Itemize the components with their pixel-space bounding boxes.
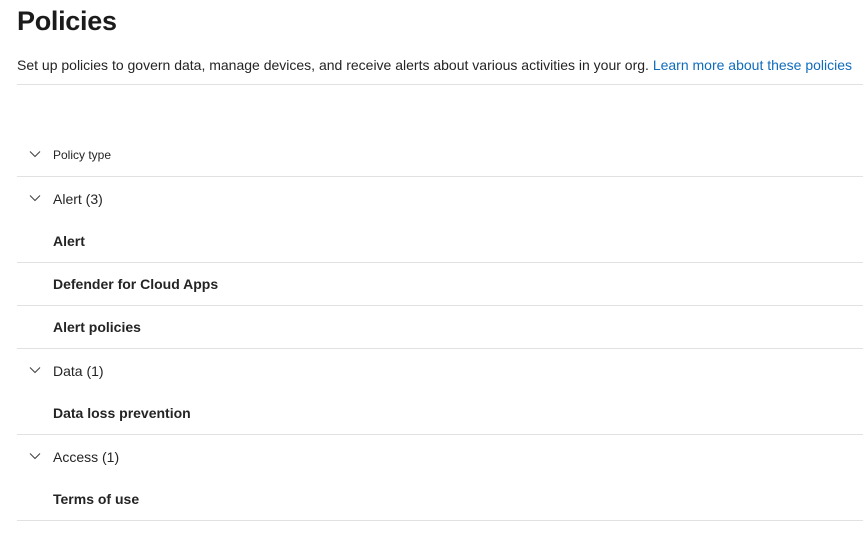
group-header-access[interactable]: Access (1) (17, 435, 863, 478)
list-item-defender-for-cloud-apps[interactable]: Defender for Cloud Apps (17, 263, 863, 306)
group-label: Data (1) (53, 362, 104, 379)
list-item-alert[interactable]: Alert (17, 220, 863, 263)
page-title: Policies (17, 6, 117, 36)
policy-name: Alert (53, 233, 85, 249)
list-item-alert-policies[interactable]: Alert policies (17, 306, 863, 349)
column-header-label: Policy type (53, 147, 112, 162)
policy-list: Policy type Alert (3) Alert Defender for… (17, 133, 863, 521)
chevron-down-icon[interactable] (29, 148, 41, 160)
chevron-down-icon[interactable] (29, 192, 41, 204)
group-header-data[interactable]: Data (1) (17, 349, 863, 392)
group-label: Alert (3) (53, 190, 103, 207)
policy-name: Alert policies (53, 319, 141, 335)
group-label: Access (1) (53, 448, 120, 465)
policy-name: Data loss prevention (53, 405, 191, 421)
learn-more-link[interactable]: Learn more about these policies (653, 57, 852, 73)
page-description-text: Set up policies to govern data, manage d… (17, 57, 649, 73)
policy-type-column-header[interactable]: Policy type (17, 133, 863, 177)
list-item-terms-of-use[interactable]: Terms of use (17, 478, 863, 521)
header-divider (17, 84, 863, 85)
policy-name: Terms of use (53, 491, 140, 507)
policy-name: Defender for Cloud Apps (53, 276, 219, 292)
chevron-down-icon[interactable] (29, 364, 41, 376)
chevron-down-icon[interactable] (29, 450, 41, 462)
list-item-data-loss-prevention[interactable]: Data loss prevention (17, 392, 863, 435)
page-description: Set up policies to govern data, manage d… (17, 57, 852, 74)
group-header-alert[interactable]: Alert (3) (17, 177, 863, 220)
